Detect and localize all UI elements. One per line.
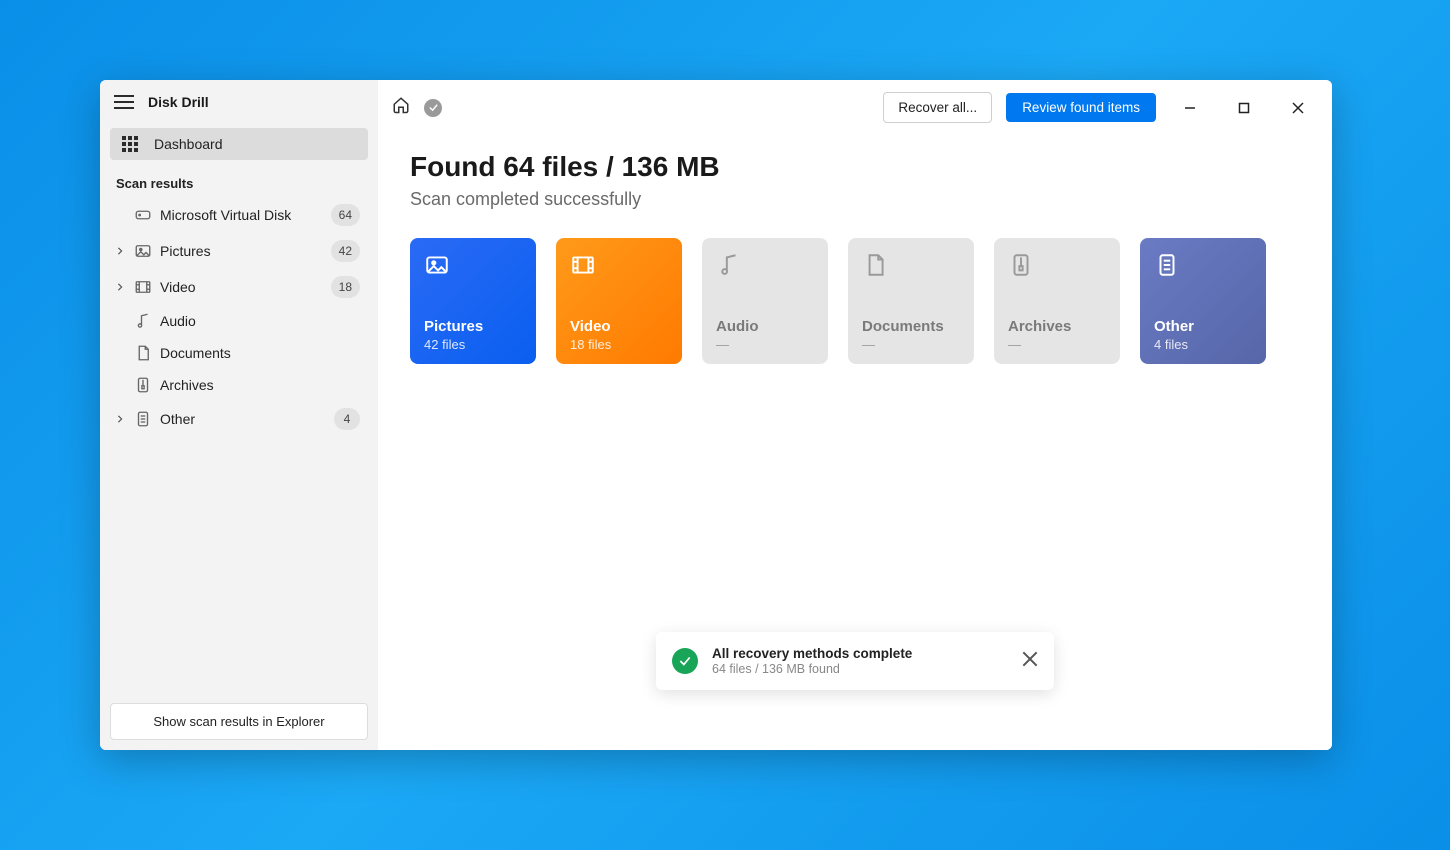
video-icon — [134, 278, 152, 296]
audio-icon — [716, 252, 742, 278]
tree-item-label: Audio — [160, 313, 360, 329]
sidebar-item-picture[interactable]: Pictures 42 — [108, 233, 370, 269]
scan-results-tree: Microsoft Virtual Disk 64 Pictures 42 Video 1… — [100, 197, 378, 437]
card-sub: — — [716, 337, 814, 352]
app-title: Disk Drill — [148, 94, 209, 110]
card-title: Documents — [862, 318, 960, 335]
toast-title: All recovery methods complete — [712, 646, 1008, 661]
tree-item-label: Other — [160, 411, 326, 427]
chevron-right-icon — [114, 413, 126, 425]
app-window: Disk Drill Dashboard Scan results Micros… — [100, 80, 1332, 750]
count-badge: 18 — [331, 276, 360, 298]
tree-item-label: Documents — [160, 345, 360, 361]
card-document[interactable]: Documents — — [848, 238, 974, 364]
review-found-items-button[interactable]: Review found items — [1006, 93, 1156, 122]
card-sub: 4 files — [1154, 337, 1252, 352]
audio-icon — [134, 312, 152, 330]
count-badge: 64 — [331, 204, 360, 226]
sidebar-item-video[interactable]: Video 18 — [108, 269, 370, 305]
sidebar-footer: Show scan results in Explorer — [100, 693, 378, 750]
status-check-icon — [424, 99, 442, 117]
sidebar-item-audio[interactable]: Audio — [108, 305, 370, 337]
toast-notification: All recovery methods complete 64 files /… — [656, 632, 1054, 690]
card-archive[interactable]: Archives — — [994, 238, 1120, 364]
category-cards: Pictures42 filesVideo18 filesAudio—Docum… — [410, 238, 1300, 364]
document-icon — [862, 252, 888, 278]
sidebar-item-archive[interactable]: Archives — [108, 369, 370, 401]
window-maximize-button[interactable] — [1224, 94, 1264, 122]
card-sub: 42 files — [424, 337, 522, 352]
count-badge: 42 — [331, 240, 360, 262]
card-title: Video — [570, 318, 668, 335]
results-headline: Found 64 files / 136 MB — [410, 151, 1300, 183]
card-sub: 18 files — [570, 337, 668, 352]
picture-icon — [424, 252, 450, 278]
window-minimize-button[interactable] — [1170, 94, 1210, 122]
menu-icon[interactable] — [114, 95, 134, 109]
results-subhead: Scan completed successfully — [410, 189, 1300, 210]
chevron-right-icon — [114, 245, 126, 257]
video-icon — [570, 252, 596, 278]
archive-icon — [1008, 252, 1034, 278]
toast-close-button[interactable] — [1022, 651, 1038, 672]
dashboard-label: Dashboard — [154, 136, 223, 152]
card-sub: — — [862, 337, 960, 352]
sidebar-item-document[interactable]: Documents — [108, 337, 370, 369]
card-sub: — — [1008, 337, 1106, 352]
success-check-icon — [672, 648, 698, 674]
card-title: Other — [1154, 318, 1252, 335]
card-title: Archives — [1008, 318, 1106, 335]
sidebar-header: Disk Drill — [100, 80, 378, 120]
card-audio[interactable]: Audio — — [702, 238, 828, 364]
scan-results-label: Scan results — [100, 166, 378, 197]
other-icon — [1154, 252, 1180, 278]
topbar: Recover all... Review found items — [378, 80, 1332, 135]
card-picture[interactable]: Pictures 42 files — [410, 238, 536, 364]
chevron-right-icon — [114, 281, 126, 293]
card-video[interactable]: Video 18 files — [556, 238, 682, 364]
sidebar: Disk Drill Dashboard Scan results Micros… — [100, 80, 378, 750]
main-panel: Recover all... Review found items Found … — [378, 80, 1332, 750]
show-in-explorer-button[interactable]: Show scan results in Explorer — [110, 703, 368, 740]
sidebar-item-disk[interactable]: Microsoft Virtual Disk 64 — [108, 197, 370, 233]
card-other[interactable]: Other 4 files — [1140, 238, 1266, 364]
sidebar-item-other[interactable]: Other 4 — [108, 401, 370, 437]
window-close-button[interactable] — [1278, 94, 1318, 122]
toast-sub: 64 files / 136 MB found — [712, 662, 1008, 676]
picture-icon — [134, 242, 152, 260]
dashboard-icon — [122, 136, 138, 152]
document-icon — [134, 344, 152, 362]
count-badge: 4 — [334, 408, 360, 430]
tree-item-label: Microsoft Virtual Disk — [160, 207, 323, 223]
tree-item-label: Pictures — [160, 243, 323, 259]
card-title: Pictures — [424, 318, 522, 335]
archive-icon — [134, 376, 152, 394]
sidebar-item-dashboard[interactable]: Dashboard — [110, 128, 368, 160]
home-icon[interactable] — [392, 96, 410, 119]
other-icon — [134, 410, 152, 428]
tree-item-label: Video — [160, 279, 323, 295]
recover-all-button[interactable]: Recover all... — [883, 92, 992, 123]
card-title: Audio — [716, 318, 814, 335]
disk-icon — [134, 206, 152, 224]
tree-item-label: Archives — [160, 377, 360, 393]
content: Found 64 files / 136 MB Scan completed s… — [378, 135, 1332, 380]
